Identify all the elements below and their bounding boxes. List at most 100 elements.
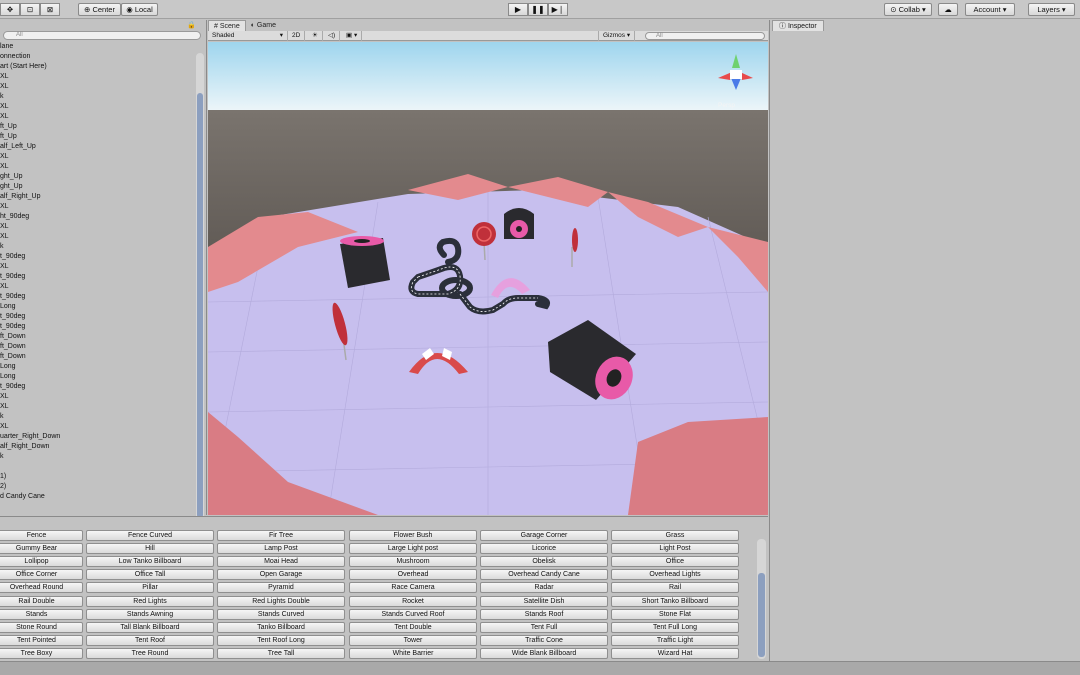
prefab-button[interactable]: Stands Awning [86,608,214,620]
move-tool-button[interactable]: ✥ [0,3,20,16]
tab-scene[interactable]: # Scene [208,20,246,31]
cloud-button[interactable]: ☁ [938,3,958,16]
prefab-button[interactable]: Office Corner [0,569,83,581]
prefab-button[interactable]: Moai Head [217,556,345,568]
hierarchy-item[interactable]: XL [0,402,195,412]
prefab-button[interactable]: Lollipop [0,556,83,568]
prefab-button[interactable]: Large Light post [349,543,477,555]
play-button[interactable]: ▶ [508,3,528,16]
hierarchy-item[interactable]: t_90deg [0,312,195,322]
hierarchy-item[interactable]: ft_Up [0,122,195,132]
hierarchy-item[interactable]: Long [0,372,195,382]
prefab-button[interactable]: Lamp Post [217,543,345,555]
hierarchy-item[interactable]: lane [0,42,195,52]
prefab-button[interactable]: Pillar [86,582,214,594]
prefab-button[interactable]: Tower [349,634,477,646]
prefab-button[interactable]: Traffic Light [611,634,739,646]
hierarchy-item[interactable]: t_90deg [0,272,195,282]
pivot-center-toggle[interactable]: ⊕ Center [78,3,121,16]
hierarchy-item[interactable]: XL [0,152,195,162]
prefab-button[interactable]: Tanko Billboard [217,621,345,633]
prefab-button[interactable]: Stone Flat [611,608,739,620]
hierarchy-item[interactable]: XL [0,232,195,242]
prefab-button[interactable]: Overhead Lights [611,569,739,581]
hierarchy-item[interactable]: uarter_Right_Down [0,432,195,442]
shading-mode-dropdown[interactable]: Shaded ▾ [208,31,288,41]
2d-toggle[interactable]: 2D [288,31,306,41]
rect-tool-button[interactable]: ⊠ [40,3,60,16]
effects-dropdown[interactable]: ▣ ▾ [342,31,363,41]
hierarchy-item[interactable]: k [0,92,195,102]
hierarchy-item[interactable]: alf_Right_Up [0,192,195,202]
hierarchy-item[interactable]: ght_Up [0,182,195,192]
hierarchy-item[interactable]: ft_Down [0,332,195,342]
hierarchy-item[interactable]: t_90deg [0,252,195,262]
prefab-button[interactable]: Tent Roof Long [217,634,345,646]
hierarchy-item[interactable]: Long [0,362,195,372]
prefab-button[interactable]: Wide Blank Billboard [480,647,608,659]
prefab-button[interactable]: Tent Full Long [611,621,739,633]
tab-game[interactable]: ◐ Game [246,20,281,31]
prefab-button[interactable]: Traffic Cone [480,634,608,646]
prefab-button[interactable]: Tree Tall [217,647,345,659]
hierarchy-item[interactable]: ft_Down [0,342,195,352]
audio-toggle[interactable]: ◁) [324,31,341,41]
step-button[interactable]: ▶❘ [548,3,568,16]
hierarchy-item[interactable]: art (Start Here) [0,62,195,72]
prefab-button[interactable]: Rocket [349,595,477,607]
hierarchy-scroll-thumb[interactable] [197,93,203,518]
hierarchy-item[interactable]: XL [0,282,195,292]
hierarchy-item[interactable]: XL [0,202,195,212]
hierarchy-item[interactable]: t_90deg [0,292,195,302]
prefab-button[interactable]: Overhead Round [0,582,83,594]
hierarchy-item[interactable]: alf_Right_Down [0,442,195,452]
prefab-button[interactable]: Race Camera [349,582,477,594]
prefab-button[interactable]: Radar [480,582,608,594]
hierarchy-item[interactable]: k [0,242,195,252]
hierarchy-item[interactable]: 1) [0,472,195,482]
hierarchy-item[interactable]: k [0,452,195,462]
hierarchy-item[interactable]: ght_Up [0,172,195,182]
prefab-button[interactable]: Fence [0,530,83,541]
hierarchy-item[interactable]: ft_Down [0,352,195,362]
prefab-button[interactable]: Stands Curved Roof [349,608,477,620]
prefab-button[interactable]: Open Garage [217,569,345,581]
prefab-button[interactable]: Overhead [349,569,477,581]
prefab-button[interactable]: Obelisk [480,556,608,568]
prefab-button[interactable]: Wizard Hat [611,647,739,659]
prefab-button[interactable]: Overhead Candy Cane [480,569,608,581]
hierarchy-item[interactable]: XL [0,82,195,92]
hierarchy-item[interactable]: XL [0,102,195,112]
prefab-button[interactable]: Tent Pointed [0,634,83,646]
prefab-button[interactable]: Fence Curved [86,530,214,541]
prefab-button[interactable]: Office Tall [86,569,214,581]
prefab-button[interactable]: Flower Bush [349,530,477,541]
hierarchy-item[interactable]: t_90deg [0,322,195,332]
prefab-button[interactable]: Low Tanko Billboard [86,556,214,568]
account-dropdown[interactable]: Account ▾ [965,3,1015,16]
prefab-button[interactable]: Tall Blank Billboard [86,621,214,633]
prefab-button[interactable]: Licorice [480,543,608,555]
prefab-button[interactable]: Satellite Dish [480,595,608,607]
hierarchy-item[interactable] [0,462,195,472]
hierarchy-scrollbar[interactable] [196,53,204,528]
prefab-button[interactable]: Rail [611,582,739,594]
prefab-button[interactable]: Red Lights Double [217,595,345,607]
hierarchy-item[interactable]: 2) [0,482,195,492]
prefab-button[interactable]: Mushroom [349,556,477,568]
prefab-button[interactable]: Tree Round [86,647,214,659]
tab-inspector[interactable]: ⓘ Inspector [772,20,824,31]
lighting-toggle[interactable]: ☀ [308,31,323,41]
hierarchy-item[interactable]: ht_90deg [0,212,195,222]
prefab-button[interactable]: Rail Double [0,595,83,607]
hierarchy-item[interactable]: XL [0,392,195,402]
hierarchy-item[interactable]: d Candy Cane [0,492,195,502]
prefab-button[interactable]: Red Lights [86,595,214,607]
prefab-button[interactable]: Stands Roof [480,608,608,620]
palette-scrollbar[interactable] [757,539,766,659]
palette-scroll-thumb[interactable] [758,573,765,657]
scene-viewport[interactable]: Persp [208,42,768,515]
scene-search-input[interactable]: All [645,32,765,40]
prefab-button[interactable]: Gummy Bear [0,543,83,555]
prefab-button[interactable]: White Barrier [349,647,477,659]
